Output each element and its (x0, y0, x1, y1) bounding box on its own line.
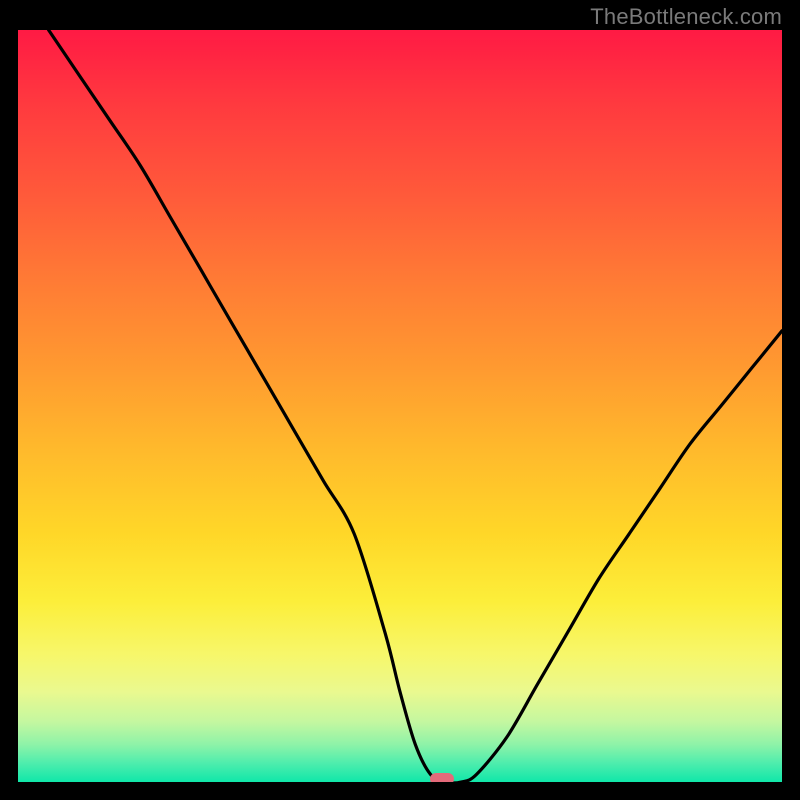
chart-frame: TheBottleneck.com (0, 0, 800, 800)
plot-area (18, 30, 782, 782)
bottleneck-curve-path (49, 30, 782, 782)
watermark-text: TheBottleneck.com (590, 4, 782, 30)
curve-svg (18, 30, 782, 782)
marker-pill (430, 773, 454, 782)
